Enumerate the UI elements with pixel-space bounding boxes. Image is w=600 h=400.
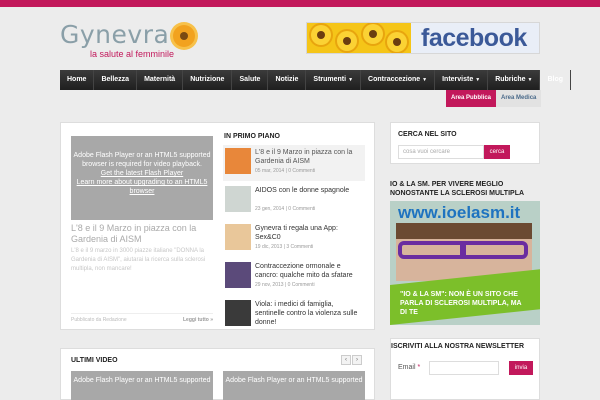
list-item[interactable]: L'8 e il 9 Marzo in piazza con la Garden… [223,145,365,181]
in-primo-piano-list: L'8 e il 9 Marzo in piazza con la Garden… [223,145,365,335]
nav-item-nutrizione[interactable]: Nutrizione [183,70,233,90]
list-item[interactable]: Contraccezione ormonale e cancro: qualch… [223,259,365,295]
prev-arrow-icon[interactable]: ‹ [341,355,351,365]
article-meta: 29 nov, 2013 | 0 Commenti [255,282,315,288]
nav-item-label: Contraccezione [368,76,421,83]
area-tabs: Area Pubblica Area Medica [446,90,542,107]
article-meta: 05 mar, 2014 | 0 Commenti [255,168,316,174]
featured-panel: Adobe Flash Player or an HTML5 supported… [60,122,375,330]
list-item[interactable]: AIDOS con le donne spagnole 23 gen, 2014 … [223,183,365,219]
ad-slogan: "IO & LA SM": NON È UN SITO CHE PARLA DI… [400,291,522,316]
article-title[interactable]: Viola: i medici di famiglia, sentinelle … [255,300,363,327]
article-title[interactable]: L'8 e il 9 Marzo in piazza con la Garden… [255,148,363,166]
featured-title[interactable]: L'8 e il 9 Marzo in piazza con la Garden… [71,223,213,245]
article-thumbnail[interactable] [225,300,251,326]
email-label-text: Email [398,364,416,371]
hair-image [396,223,532,239]
nav-item-notizie[interactable]: Notizie [268,70,307,90]
nav-item-home[interactable]: Home [60,70,95,90]
article-meta: 19 dic, 2013 | 3 Commenti [255,244,314,250]
nav-item-maternit-[interactable]: Maternità [137,70,184,90]
article-title[interactable]: Contraccezione ormonale e cancro: qualch… [255,262,363,280]
video-player[interactable]: Adobe Flash Player or an HTML5 supported [223,371,365,400]
nav-item-label: Blog [547,76,564,83]
chevron-down-icon: ▼ [348,77,354,83]
daisy-flowers-image [307,23,411,53]
flower-icon [173,25,195,47]
nav-item-strumenti[interactable]: Strumenti ▼ [306,70,362,90]
nav-item-label: Home [67,76,87,83]
main-navigation: Home Bellezza Maternità Nutrizione Salute Not… [60,70,572,90]
nav-item-salute[interactable]: Salute [232,70,269,90]
html5-upgrade-link[interactable]: Learn more about upgrading to an HTML5 b… [71,178,213,196]
ad-heading: IO & LA SM. PER VIVERE MEGLIO NONOSTANTE… [390,181,525,197]
nav-item-contraccezione[interactable]: Contraccezione ▼ [361,70,436,90]
article-thumbnail[interactable] [225,262,251,288]
newsletter-heading: ISCRIVITI ALLA NOSTRA NEWSLETTER [391,343,524,350]
nav-item-label: Interviste [442,76,474,83]
purple-glasses-image [398,241,528,259]
nav-item-blog[interactable]: Blog [540,70,572,90]
site-logo[interactable]: Gynevra la salute al femminile [60,20,200,60]
article-thumbnail[interactable] [225,148,251,174]
nav-item-label: Salute [239,76,261,83]
video-carousel-arrows: ‹ › [340,355,362,365]
player-message: Adobe Flash Player or an HTML5 supported… [73,152,211,168]
article-thumbnail[interactable] [225,224,251,250]
nav-item-label: Notizie [275,76,299,83]
featured-excerpt: L'8 e il 9 marzo in 3000 piazze italiane… [71,248,206,272]
nav-item-bellezza[interactable]: Bellezza [94,70,138,90]
top-accent-bar [0,0,600,7]
logo-tagline: la salute al femminile [90,49,175,59]
ultimi-video-panel: ULTIMI VIDEO ‹ › Adobe Flash Player or a… [60,348,375,400]
ad-url: www.ioelasm.it [398,203,521,222]
ultimi-video-heading: ULTIMI VIDEO [71,357,118,364]
chevron-down-icon: ▼ [527,77,533,83]
chevron-down-icon: ▼ [422,77,428,83]
search-heading: CERCA NEL SITO [398,131,457,138]
in-primo-piano-heading: IN PRIMO PIANO [224,133,281,140]
nav-item-label: Strumenti [313,76,347,83]
read-more-link[interactable]: Leggi tutto » [183,317,213,323]
video-player[interactable]: Adobe Flash Player or an HTML5 supported… [71,136,213,220]
nav-item-label: Rubriche [495,76,526,83]
chevron-down-icon: ▼ [475,77,481,83]
nav-item-rubriche[interactable]: Rubriche ▼ [488,70,541,90]
flash-player-link[interactable]: Get the latest Flash Player [71,169,213,178]
featured-author: Pubblicato da Redazione [71,317,127,323]
required-mark: * [417,364,421,371]
email-label: Email * [398,364,420,371]
article-title[interactable]: Gynevra ti regala una App: Sex&C0 [255,224,363,242]
featured-footer: Pubblicato da Redazione Leggi tutto » [71,313,213,323]
ioelasm-ad-banner[interactable]: www.ioelasm.it "IO & LA SM": NON È UN SI… [390,201,540,325]
facebook-logo-text: facebook [421,24,527,52]
newsletter-submit-button[interactable]: invia [509,361,533,375]
search-input[interactable]: cosa vuoi cercare [398,145,484,159]
nav-item-label: Nutrizione [190,76,225,83]
article-title[interactable]: AIDOS con le donne spagnole [255,186,363,195]
list-item[interactable]: Gynevra ti regala una App: Sex&C0 19 dic,… [223,221,365,257]
video-player[interactable]: Adobe Flash Player or an HTML5 supported [71,371,213,400]
nav-item-interviste[interactable]: Interviste ▼ [435,70,489,90]
email-field[interactable] [429,361,499,375]
list-item[interactable]: Viola: i medici di famiglia, sentinelle … [223,297,365,333]
facebook-banner[interactable]: facebook [306,22,540,54]
search-widget: CERCA NEL SITO cosa vuoi cercare cerca [390,122,540,164]
logo-name: Gynevra [60,20,170,49]
tab-area-medica[interactable]: Area Medica [496,90,542,107]
article-meta: 23 gen, 2014 | 0 Commenti [255,206,316,212]
tab-area-pubblica[interactable]: Area Pubblica [446,90,497,107]
article-thumbnail[interactable] [225,186,251,212]
newsletter-widget: ISCRIVITI ALLA NOSTRA NEWSLETTER Email *… [390,338,540,400]
nav-item-label: Bellezza [101,76,130,83]
nav-item-label: Maternità [144,76,176,83]
search-button[interactable]: cerca [484,145,510,159]
next-arrow-icon[interactable]: › [352,355,362,365]
